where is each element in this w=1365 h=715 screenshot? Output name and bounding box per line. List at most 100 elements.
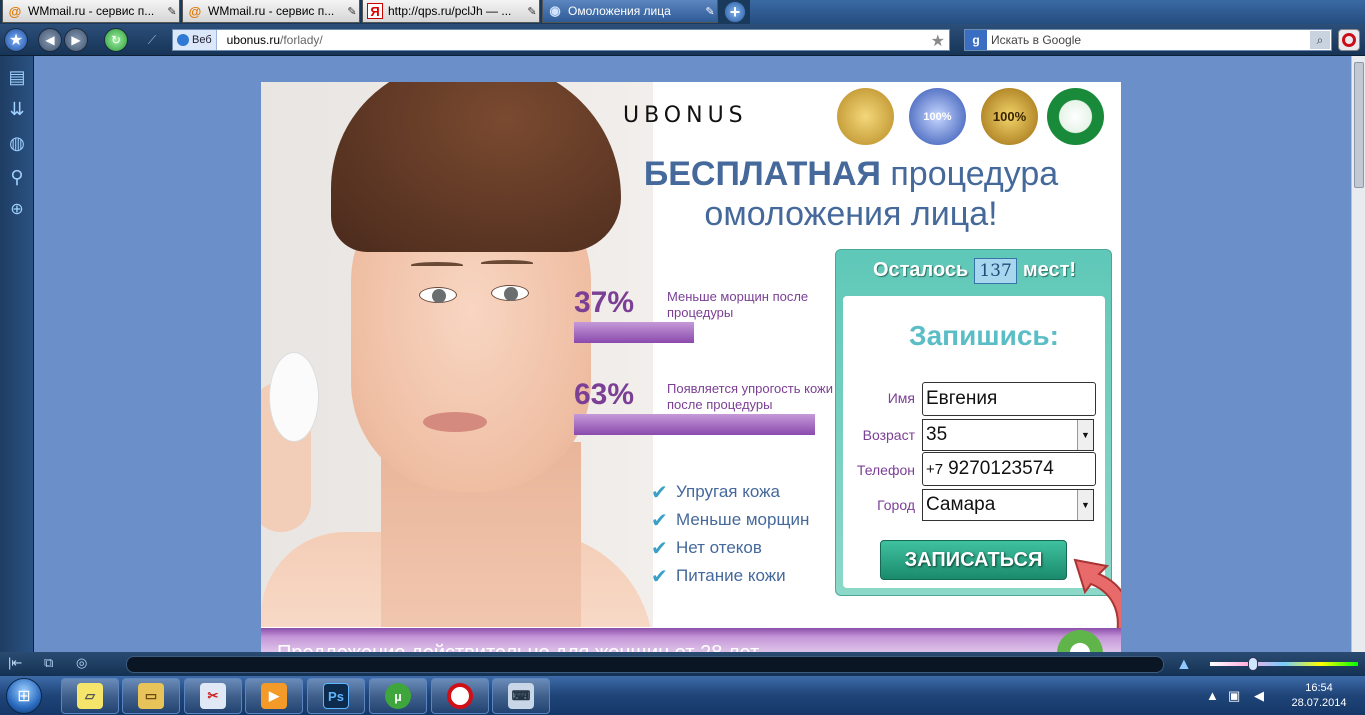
- notes-icon: ▱: [77, 683, 103, 709]
- panel-toggle-icon[interactable]: |⇤: [8, 655, 22, 671]
- wmmail-icon: @: [8, 3, 22, 19]
- opera-menu-button[interactable]: [1338, 29, 1360, 51]
- start-button[interactable]: ⊞: [6, 678, 42, 714]
- chevron-down-icon[interactable]: ▼: [1077, 420, 1093, 450]
- check-icon: ✔: [651, 537, 668, 560]
- name-label: Имя: [887, 390, 915, 406]
- signup-button[interactable]: ЗАПИСАТЬСЯ: [880, 540, 1067, 580]
- unite-icon[interactable]: ▲: [1176, 656, 1192, 674]
- taskbar: ⊞ ▱ ▭ ✂ ▶ Ps µ ⌨ ▲ ▣ ◀ 16:54 28.07.2014: [0, 676, 1365, 715]
- status-bar: |⇤ ⧉ ◎ ▲: [0, 652, 1365, 676]
- phone-label: Телефон: [856, 462, 915, 478]
- search-icon[interactable]: ⚲: [6, 166, 28, 188]
- zoom-knob[interactable]: [1248, 657, 1258, 671]
- zoom-slider[interactable]: [1210, 662, 1358, 666]
- new-tab-button[interactable]: +: [724, 1, 746, 23]
- scroll-thumb[interactable]: [1354, 62, 1364, 188]
- taskbar-stickynotes[interactable]: ▱: [61, 678, 119, 714]
- age-select[interactable]: 35 ▼: [922, 419, 1094, 451]
- taskbar-player[interactable]: ▶: [245, 678, 303, 714]
- search-field[interactable]: g Искать в Google ⌕: [964, 29, 1332, 51]
- taskbar-explorer[interactable]: ▭: [122, 678, 180, 714]
- tab-active[interactable]: ◉ Омоложения лица ✎: [542, 0, 718, 23]
- tab-bar: @ WMmail.ru - сервис п... ✎ @ WMmail.ru …: [0, 0, 1365, 24]
- stat-bar: [574, 414, 815, 435]
- spots-remaining: Осталось 137 мест!: [836, 258, 1113, 284]
- close-tab-icon[interactable]: ✎: [525, 5, 539, 18]
- city-select[interactable]: Самара ▼: [922, 489, 1094, 521]
- url-text[interactable]: ubonus.ru/forlady/: [217, 33, 323, 47]
- taskbar-opera[interactable]: [431, 678, 489, 714]
- tab-wmmail-1[interactable]: @ WMmail.ru - сервис п... ✎: [2, 0, 180, 23]
- check-icon: ✔: [651, 509, 668, 532]
- age-label: Возраст: [862, 427, 915, 443]
- show-hidden-icons[interactable]: ▲: [1206, 688, 1219, 703]
- list-item: ✔ Питание кожи: [651, 565, 786, 588]
- add-panel-icon[interactable]: ⊕: [6, 198, 28, 220]
- footer-banner: Предложение действительно для женщин от …: [261, 628, 1121, 652]
- fit-icon[interactable]: ⧉: [44, 655, 53, 671]
- address-tag: Веб: [173, 30, 217, 50]
- google-icon[interactable]: g: [965, 30, 987, 50]
- close-tab-icon[interactable]: ✎: [703, 5, 717, 18]
- clock-date: 28.07.2014: [1291, 697, 1347, 709]
- play-icon: ▶: [261, 683, 287, 709]
- taskbar-photoshop[interactable]: Ps: [307, 678, 365, 714]
- close-tab-icon[interactable]: ✎: [165, 5, 179, 18]
- taskbar-utorrent[interactable]: µ: [369, 678, 427, 714]
- tab-wmmail-2[interactable]: @ WMmail.ru - сервис п... ✎: [182, 0, 360, 23]
- check-icon: ✔: [651, 481, 668, 504]
- bookmark-star-icon[interactable]: ★: [931, 31, 945, 51]
- taskbar-snipping[interactable]: ✂: [184, 678, 242, 714]
- stat-bar: [574, 322, 694, 343]
- taskbar-keyboard[interactable]: ⌨: [492, 678, 550, 714]
- vertical-scrollbar[interactable]: [1351, 56, 1365, 652]
- form-title: Запишись:: [909, 320, 1059, 351]
- check-icon: ✔: [651, 565, 668, 588]
- utorrent-icon: µ: [385, 683, 411, 709]
- sidebar: ▤ ⇊ ◍ ⚲ ⊕: [0, 56, 34, 652]
- logo-text: UBONUS: [623, 103, 748, 126]
- clock[interactable]: 16:54 28.07.2014: [1282, 681, 1356, 711]
- search-icon[interactable]: ⌕: [1310, 31, 1330, 49]
- history-icon[interactable]: ◍: [6, 132, 28, 154]
- signup-form: Осталось 137 мест! Запишись: Имя Евгения В…: [835, 249, 1112, 596]
- globe-icon: ◉: [549, 3, 561, 18]
- notes-icon[interactable]: ▤: [6, 66, 28, 88]
- reload-button[interactable]: ↻: [104, 28, 128, 52]
- benefit-list: ✔ Упругая кожа ✔ Меньше морщин ✔ Нет отеков…: [651, 478, 809, 590]
- tab-qps[interactable]: Я http://qps.ru/pclJh — ... ✎: [362, 0, 540, 23]
- ubonus-wordmark: UBONUS: [623, 103, 748, 128]
- name-field[interactable]: Евгения: [922, 382, 1096, 416]
- list-item: ✔ Нет отеков: [651, 537, 762, 560]
- opera-icon: [447, 683, 473, 709]
- chevron-down-icon[interactable]: ▼: [1077, 490, 1093, 520]
- forward-button[interactable]: ▶: [64, 28, 88, 52]
- cotton-pad: [269, 352, 319, 442]
- close-tab-icon[interactable]: ✎: [345, 5, 359, 18]
- phone-field[interactable]: +7 9270123574: [922, 452, 1096, 486]
- turbo-icon[interactable]: ◎: [76, 655, 87, 671]
- spots-count: 137: [974, 258, 1017, 284]
- downloads-icon[interactable]: ⇊: [6, 98, 28, 120]
- clock-time: 16:54: [1305, 682, 1333, 694]
- opera-icon: [1342, 33, 1356, 47]
- photoshop-icon: Ps: [323, 683, 349, 709]
- bookmark-star-icon[interactable]: ★: [4, 28, 28, 52]
- address-bar[interactable]: Веб ubonus.ru/forlady/ ★: [172, 29, 950, 51]
- search-placeholder: Искать в Google: [991, 33, 1082, 47]
- landing-page: UBONUS 100% 100% БЕСПЛАТНАЯ процедура ом…: [261, 82, 1121, 652]
- wand-icon[interactable]: ⟋: [140, 28, 164, 52]
- gold-medal-icon: [837, 88, 894, 145]
- folder-icon: ▭: [138, 683, 164, 709]
- screen: @ WMmail.ru - сервис п... ✎ @ WMmail.ru …: [0, 0, 1365, 715]
- wmmail-icon: @: [188, 3, 202, 19]
- web-content: UBONUS 100% 100% БЕСПЛАТНАЯ процедура ом…: [34, 56, 1351, 652]
- navigation-bar: ★ ◀ ▶ ↻ ⟋ Веб ubonus.ru/forlady/ ★ g Иск…: [0, 24, 1365, 56]
- volume-icon[interactable]: ◀: [1254, 688, 1264, 704]
- footer-text: Предложение действительно для женщин от …: [277, 642, 759, 652]
- quality-badge-icon: 100%: [909, 88, 966, 145]
- eco-badge-icon: [1047, 88, 1104, 145]
- network-icon[interactable]: ▣: [1228, 688, 1240, 704]
- back-button[interactable]: ◀: [38, 28, 62, 52]
